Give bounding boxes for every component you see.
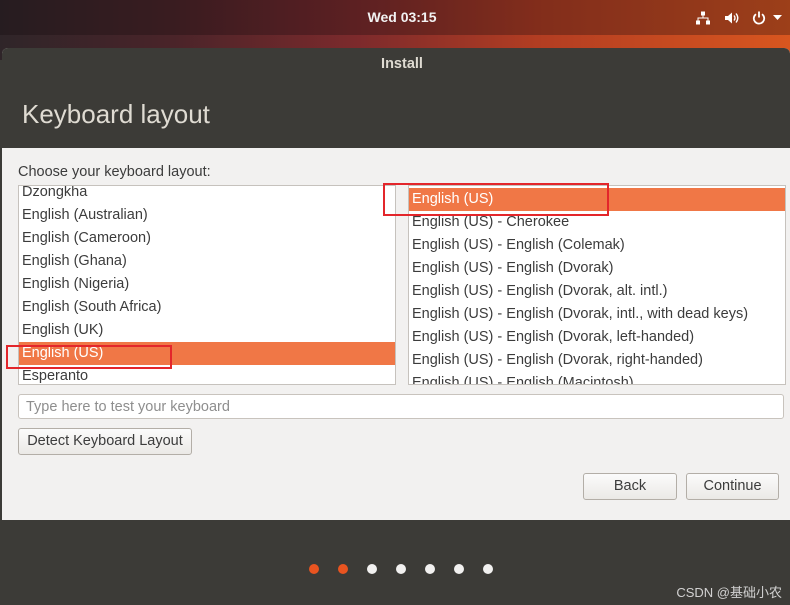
page-title: Keyboard layout [22, 99, 210, 129]
variant-list-item[interactable]: English (US) - English (Colemak) [409, 234, 785, 257]
top-bar: Wed 03:15 [0, 0, 790, 35]
network-icon[interactable] [696, 11, 710, 25]
progress-dot [483, 564, 493, 574]
progress-dot [396, 564, 406, 574]
layout-list-item[interactable]: English (Nigeria) [19, 273, 395, 296]
keyboard-test-input[interactable] [18, 394, 784, 419]
variant-list-item[interactable]: English (US) [409, 188, 785, 211]
back-button[interactable]: Back [583, 473, 677, 500]
variant-list-item[interactable]: English (US) - Cherokee [409, 211, 785, 234]
layout-list-item[interactable]: Esperanto [19, 365, 395, 384]
variant-list-item[interactable]: English (US) - English (Macintosh) [409, 372, 785, 384]
volume-icon[interactable] [724, 11, 740, 25]
chevron-down-icon[interactable] [773, 15, 782, 21]
installer-window: Install Keyboard layout Choose your keyb… [2, 48, 790, 520]
page-header: Keyboard layout [2, 80, 790, 148]
layout-list-item[interactable]: English (Cameroon) [19, 227, 395, 250]
variant-list-item[interactable]: English (US) - English (Dvorak, intl., w… [409, 303, 785, 326]
layout-list[interactable]: Dzongkha English (Australian) English (C… [18, 185, 396, 385]
layout-list-item[interactable]: English (South Africa) [19, 296, 395, 319]
progress-dot [309, 564, 319, 574]
progress-dot [338, 564, 348, 574]
continue-button[interactable]: Continue [686, 473, 779, 500]
variant-list-item[interactable]: English (US) - English (Dvorak, left-han… [409, 326, 785, 349]
layout-list-item[interactable]: English (Australian) [19, 204, 395, 227]
watermark: CSDN @基础小农 [676, 585, 782, 600]
variant-list-item[interactable]: English (US) - English (Dvorak, alt. int… [409, 280, 785, 303]
layout-list-item[interactable]: English (US) [19, 342, 395, 365]
detect-layout-button[interactable]: Detect Keyboard Layout [18, 428, 192, 455]
page-content: Choose your keyboard layout: Dzongkha En… [2, 148, 790, 520]
window-title: Install [381, 56, 423, 72]
layout-list-item[interactable]: Dzongkha [19, 186, 395, 204]
layout-list-item[interactable]: English (Ghana) [19, 250, 395, 273]
clock[interactable]: Wed 03:15 [302, 0, 502, 35]
power-icon[interactable] [752, 11, 766, 25]
variant-list[interactable]: English (US) English (US) - Cherokee Eng… [408, 185, 786, 385]
layout-prompt: Choose your keyboard layout: [18, 164, 211, 180]
layout-list-item[interactable]: English (UK) [19, 319, 395, 342]
variant-list-item[interactable]: English (US) - English (Dvorak) [409, 257, 785, 280]
progress-dot [454, 564, 464, 574]
variant-list-item[interactable]: English (US) - English (Dvorak, right-ha… [409, 349, 785, 372]
progress-dot [425, 564, 435, 574]
window-titlebar[interactable]: Install [2, 48, 790, 80]
progress-dot [367, 564, 377, 574]
